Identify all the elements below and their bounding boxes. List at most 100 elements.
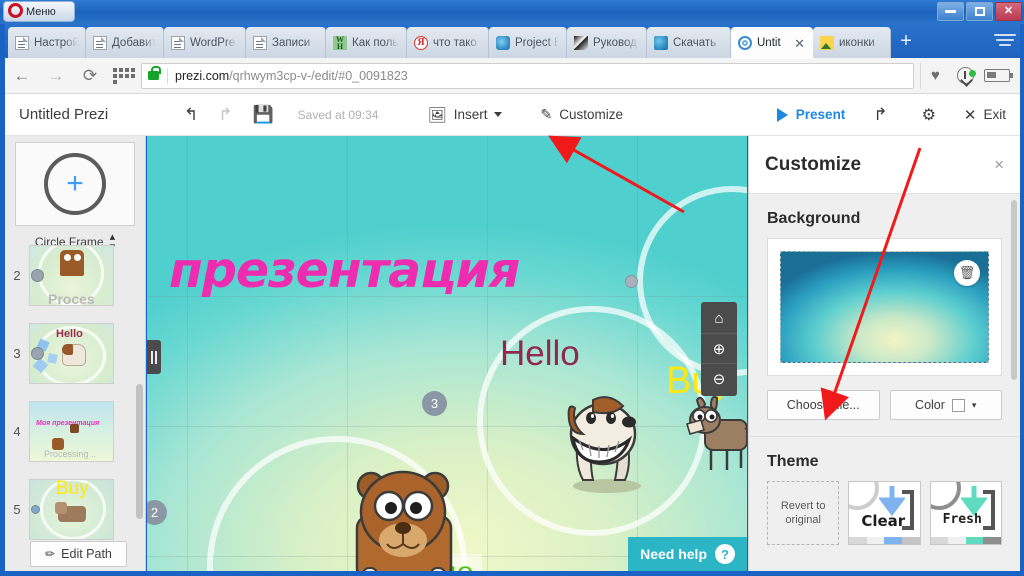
prezi-canvas[interactable]: презентация Hello Начало Buy [147,136,747,571]
list-item[interactable]: 4 Моя презентация Processing .. [5,392,145,470]
trash-icon[interactable]: 🗑 [954,260,980,286]
list-item[interactable]: 2 Proces [5,236,145,314]
document-icon [253,35,267,50]
slide-number: 2 [13,267,21,283]
slide-thumbnail[interactable]: Buy [29,478,114,540]
picture-icon [820,35,834,50]
new-tab-button[interactable]: + [893,31,919,54]
back-icon[interactable]: ← [5,66,39,86]
sidebar-scrollbar[interactable] [136,384,143,519]
reload-icon[interactable]: ⟳ [73,66,107,86]
background-box: 🗑 [767,238,1002,376]
theme-clear[interactable]: Clear [848,481,921,545]
forward-icon[interactable]: → [39,66,73,86]
slide-caption: Buy [56,478,89,499]
slide-caption: Proces [48,290,95,306]
tab-close-icon[interactable]: ✕ [793,37,806,50]
window-edge-bottom [0,571,1024,576]
floppy-disk-icon[interactable]: 💾 [243,105,284,125]
tab-menu-icon[interactable] [994,34,1016,50]
list-item[interactable]: 3 Hello [5,314,145,392]
brush-icon: ✎ [540,106,553,122]
zoom-out-icon[interactable]: ⊖ [701,364,737,394]
edit-path-button[interactable]: ✏ Edit Path [30,541,127,567]
insert-menu[interactable]: 🖼 Insert [420,106,511,124]
circle-frame-icon: + [44,153,106,215]
close-icon[interactable]: × [994,155,1004,175]
grid-icon[interactable] [107,67,137,84]
grayscale-icon [574,35,588,50]
tab-rukovod[interactable]: Руковод [567,27,647,58]
path-marker-3[interactable]: 3 [422,391,447,416]
list-item[interactable]: 5 Buy [5,470,145,548]
opera-menu-button[interactable]: Меню [3,1,75,22]
share-icon[interactable]: ↱ [863,105,897,125]
tab-label: Добавит [112,36,156,49]
tab-ikonki[interactable]: иконки [813,27,891,58]
present-button[interactable]: Present [776,107,845,122]
window-maximize-button[interactable] [966,2,993,21]
saved-status: Saved at 09:34 [297,107,379,122]
close-icon: ✕ [1003,5,1014,17]
need-help-button[interactable]: Need help ? [628,537,747,571]
slide-caption: Processing .. [44,448,97,459]
redo-arrow-icon[interactable]: ↱ [208,105,242,125]
customize-button[interactable]: ✎ Customize [532,106,631,123]
dog-illustration[interactable] [547,378,667,498]
url-input[interactable]: prezi.com /qrhwym3cp-v-/edit/#0_0091823 [141,62,914,89]
question-mark-icon: ? [715,544,735,564]
theme-revert-to-original[interactable]: Revert to original [767,481,840,545]
canvas-text-presentation[interactable]: презентация [169,242,520,299]
play-icon [776,107,788,122]
add-frame-button[interactable]: + [15,142,135,226]
slide-thumbnail[interactable]: Моя презентация Processing .. [29,400,114,462]
tab-label: Untit [757,37,781,49]
theme-fresh[interactable]: Fresh [929,481,1002,545]
gear-icon[interactable]: ⚙ [912,105,946,125]
heart-icon[interactable]: ♥ [920,62,950,89]
tab-nastroy[interactable]: Настрой [8,27,86,58]
maximize-icon [974,7,985,16]
tab-label: Project E [515,36,559,49]
choose-file-button[interactable]: Choose file... [767,390,880,420]
panel-scrollbar[interactable] [1011,200,1017,380]
close-icon: ✕ [963,106,977,124]
insert-label: Insert [453,107,488,122]
pencil-icon: ✏ [45,547,56,561]
tab-zapisi[interactable]: Записи [246,27,326,58]
tab-dobavit[interactable]: Добавит [86,27,164,58]
undo-arrow-icon[interactable]: ↰ [174,105,208,125]
slide-number: 3 [13,345,21,361]
exit-label: Exit [983,107,1006,122]
project-icon [496,35,510,50]
bear-illustration[interactable] [339,464,469,571]
page-title[interactable]: Untitled Prezi [19,106,174,123]
minimize-icon [945,10,956,13]
color-dropdown[interactable]: Color ▾ [889,390,1002,420]
customize-label: Customize [559,107,623,122]
tab-project-e[interactable]: Project E [489,27,567,58]
tab-wordpress[interactable]: WordPre [164,27,246,58]
slide-caption: Hello [56,327,83,340]
tab-untitled-prezi[interactable]: Untit ✕ [731,27,813,59]
zoom-in-icon[interactable]: ⊕ [701,334,737,364]
tab-kak-polzovatsya[interactable]: WH Как поль [326,27,407,58]
slide-list: 2 Proces 3 Hello 4 Моя презентация Proce… [5,244,145,571]
home-icon[interactable]: ⌂ [701,304,737,334]
window-close-button[interactable]: ✕ [995,2,1022,21]
exit-button[interactable]: ✕ Exit [964,106,1006,124]
tab-chto-takoe[interactable]: Я что тако [407,27,489,58]
download-icon[interactable] [950,67,980,84]
tab-skachat[interactable]: Скачать [647,27,731,58]
path-dot-small[interactable] [625,275,638,288]
drag-handle-icon[interactable] [147,340,161,374]
donkey-illustration[interactable] [675,394,747,476]
tab-label: Записи [272,36,311,49]
address-bar: ← → ⟳ prezi.com /qrhwym3cp-v-/edit/#0_00… [5,58,1020,94]
canvas-text-hello[interactable]: Hello [500,334,580,374]
window-minimize-button[interactable] [937,2,964,21]
background-preview[interactable]: 🗑 [780,251,989,363]
need-help-label: Need help [640,546,707,562]
path-marker-2[interactable]: 2 [147,500,167,525]
tab-label: Скачать [673,36,717,49]
